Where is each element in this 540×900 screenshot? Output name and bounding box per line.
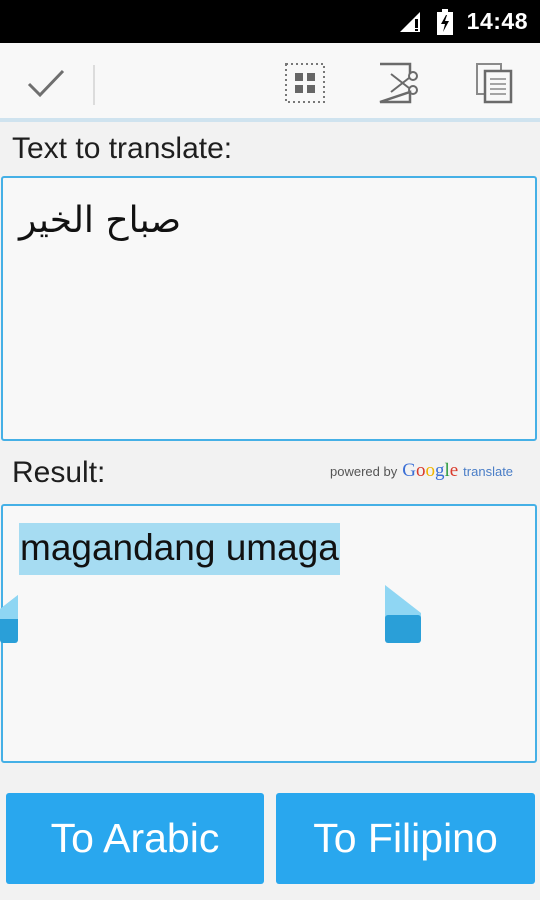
status-time: 14:48 — [466, 8, 528, 34]
translate-text: translate — [463, 464, 514, 479]
done-button[interactable] — [12, 43, 80, 122]
source-text-field[interactable]: صباح الخير — [1, 176, 537, 441]
powered-by-text: powered by — [330, 464, 398, 479]
copy-icon — [476, 62, 513, 103]
to-filipino-button[interactable]: To Filipino — [276, 793, 535, 884]
input-label: Text to translate: — [12, 132, 233, 165]
selection-end-handle[interactable] — [383, 585, 423, 647]
action-bar-divider — [93, 65, 95, 105]
cut-icon — [379, 62, 418, 103]
source-text: صباح الخير — [19, 200, 182, 241]
battery-charging-icon — [437, 9, 453, 35]
action-bar — [0, 43, 540, 122]
copy-button[interactable] — [467, 43, 521, 122]
to-arabic-button[interactable]: To Arabic — [6, 793, 264, 884]
action-bar-underline — [0, 118, 540, 122]
result-text: magandang umaga — [19, 523, 340, 575]
signal-icon — [400, 12, 420, 32]
result-label: Result: — [12, 456, 106, 489]
result-text-field[interactable]: magandang umaga — [1, 504, 537, 763]
status-bar: 14:48 — [0, 0, 540, 43]
cut-button[interactable] — [372, 43, 426, 122]
select-all-button[interactable] — [278, 43, 332, 122]
google-logo: Google — [402, 460, 459, 481]
select-all-icon — [285, 62, 325, 103]
google-translate-attribution: powered by Google translate — [330, 460, 513, 482]
check-icon — [27, 69, 65, 97]
selection-start-handle[interactable] — [0, 585, 22, 647]
